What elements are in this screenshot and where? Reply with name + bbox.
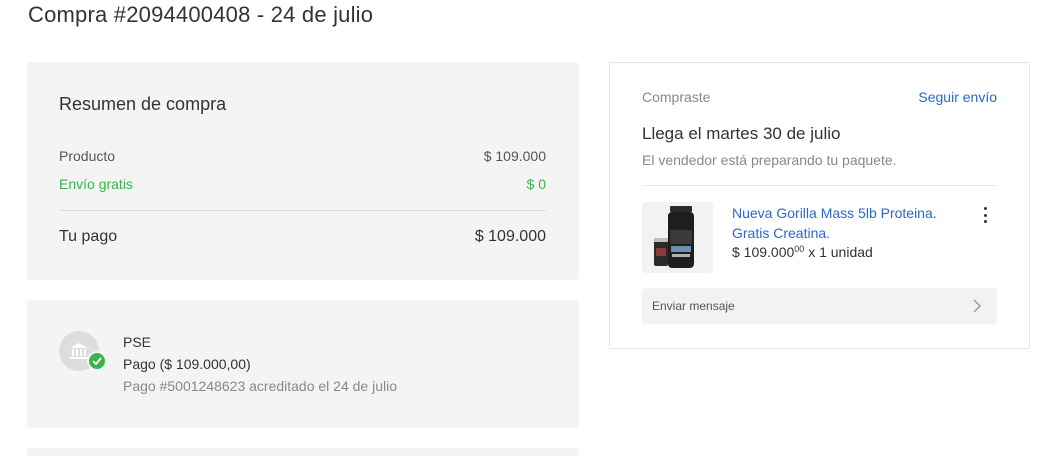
arrival-date: Llega el martes 30 de julio xyxy=(642,124,841,143)
summary-divider xyxy=(59,210,546,211)
product-image[interactable] xyxy=(642,202,713,273)
purchase-summary-card: Resumen de compra Producto $ 109.000 Env… xyxy=(27,62,579,280)
page-title: Compra #2094400408 - 24 de julio xyxy=(28,2,374,27)
shipment-card: Compraste Seguir envío Llega el martes 3… xyxy=(609,62,1030,349)
product-price: $ 109.00000 x 1 unidad xyxy=(732,244,873,260)
send-message-button[interactable]: Enviar mensaje xyxy=(642,288,997,324)
price-cents: 00 xyxy=(794,244,805,254)
chevron-right-icon xyxy=(973,299,981,313)
card-divider xyxy=(642,185,997,186)
send-message-label: Enviar mensaje xyxy=(652,299,735,313)
product-name-link[interactable]: Nueva Gorilla Mass 5lb Proteina. Gratis … xyxy=(732,203,952,243)
product-row: Producto $ 109.000 xyxy=(59,148,546,164)
shipping-value: $ 0 xyxy=(526,176,546,192)
total-label: Tu pago xyxy=(59,228,118,245)
payment-method: PSE xyxy=(123,334,152,350)
shipping-label: Envío gratis xyxy=(59,176,133,192)
summary-title: Resumen de compra xyxy=(59,94,227,114)
shipping-row: Envío gratis $ 0 xyxy=(59,176,546,192)
product-label: Producto xyxy=(59,148,116,164)
additional-card xyxy=(27,448,579,456)
check-icon xyxy=(87,351,107,371)
product-value: $ 109.000 xyxy=(483,148,546,164)
price-main: $ 109.000 xyxy=(732,244,795,260)
more-options-icon[interactable] xyxy=(980,206,990,224)
total-value: $ 109.000 xyxy=(474,228,546,245)
total-row: Tu pago $ 109.000 xyxy=(59,228,546,246)
payment-amount: Pago ($ 109.000,00) xyxy=(123,356,251,372)
seller-status: El vendedor está preparando tu paquete. xyxy=(642,152,897,168)
payment-reference: Pago #5001248623 acreditado el 24 de jul… xyxy=(123,378,398,394)
payment-card: PSE Pago ($ 109.000,00) Pago #5001248623… xyxy=(27,300,579,428)
track-shipment-link[interactable]: Seguir envío xyxy=(918,89,997,105)
bought-label: Compraste xyxy=(642,89,711,105)
product-quantity: x 1 unidad xyxy=(808,244,873,260)
